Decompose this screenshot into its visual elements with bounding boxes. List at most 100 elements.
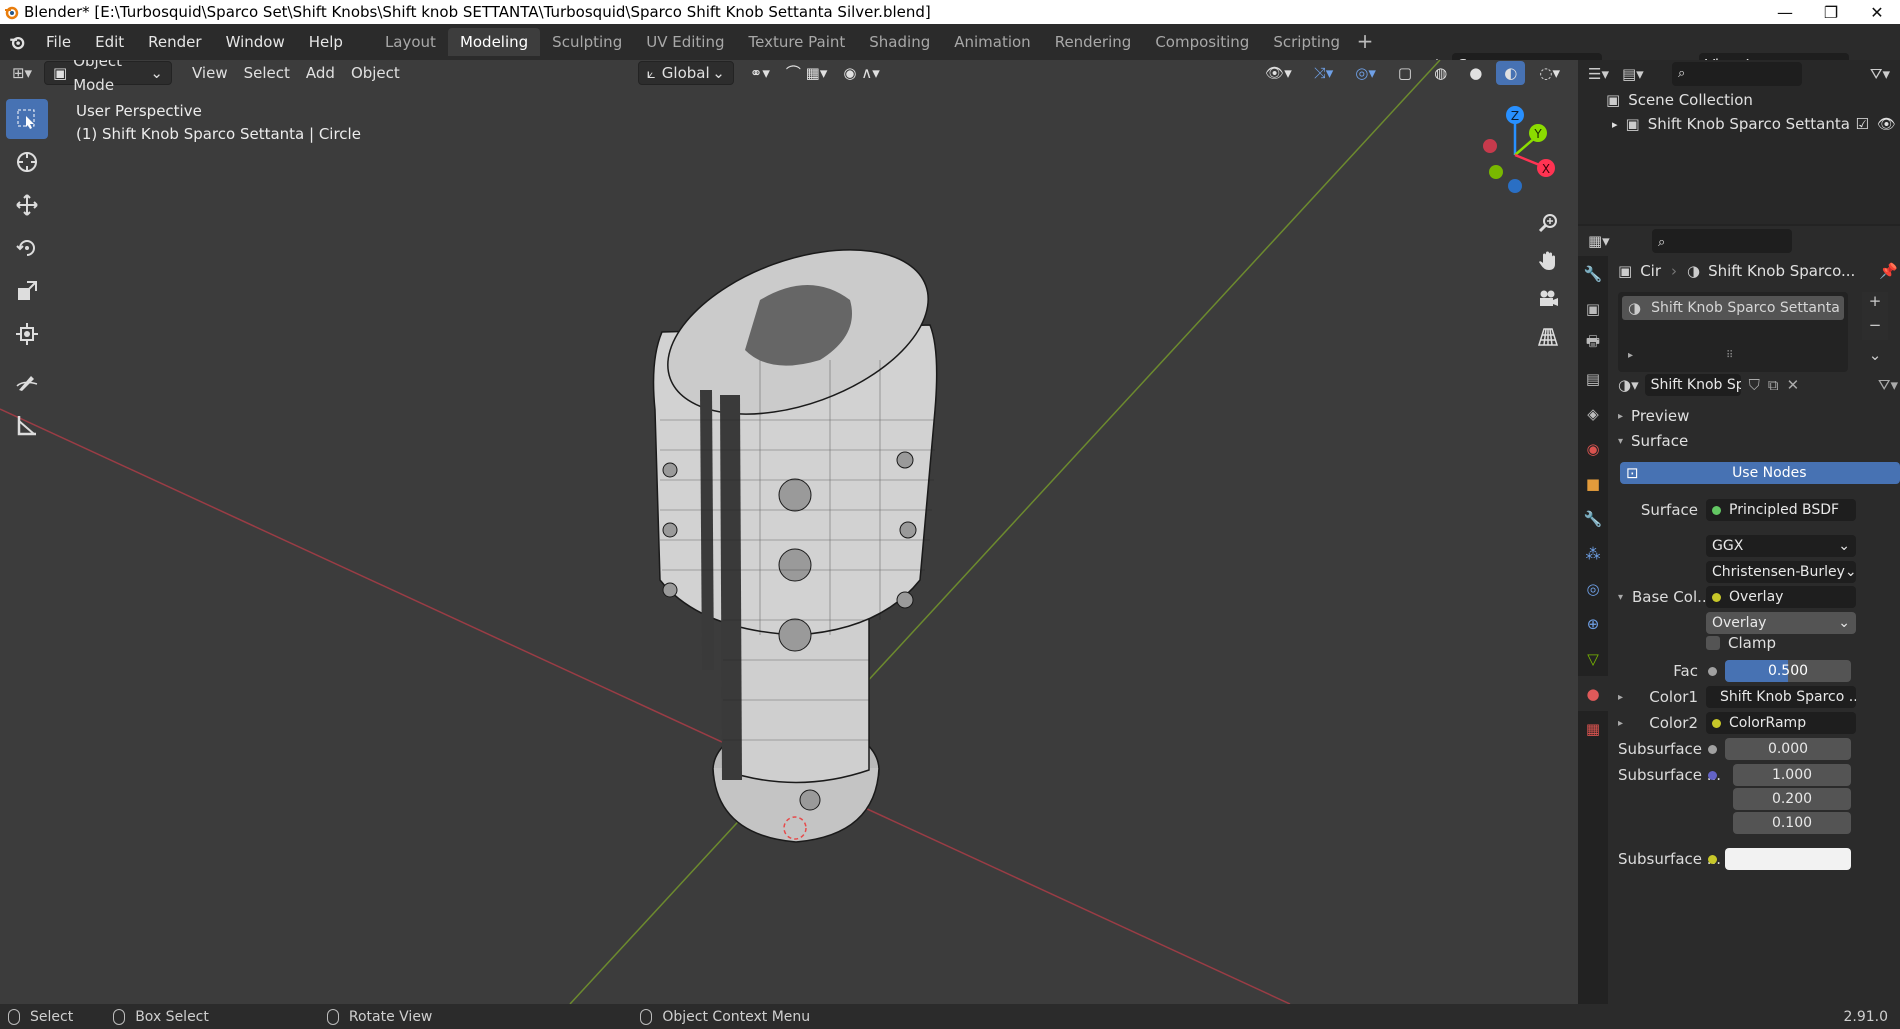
texture-tab-icon[interactable]: ▦ <box>1578 711 1608 746</box>
clamp-checkbox[interactable]: Clamp <box>1706 634 1776 652</box>
menu-window[interactable]: Window <box>214 28 297 56</box>
expand-icon[interactable]: ▸ <box>1628 350 1633 361</box>
navigation-gizmo[interactable]: Z Y X <box>1460 100 1570 200</box>
tab-scripting[interactable]: Scripting <box>1261 28 1352 56</box>
tab-texture-paint[interactable]: Texture Paint <box>736 28 857 56</box>
material-browse-icon[interactable]: ◑▾ <box>1618 376 1639 394</box>
view-layer-tab-icon[interactable]: ▤ <box>1578 361 1608 396</box>
duplicate-icon[interactable]: ⧉ <box>1768 376 1779 394</box>
maximize-button[interactable]: ❐ <box>1808 0 1854 24</box>
subsurface-method-field[interactable]: Christensen-Burley ⌄ <box>1706 561 1856 583</box>
object-tab-icon[interactable]: ■ <box>1578 466 1608 501</box>
data-tab-icon[interactable]: ▽ <box>1578 641 1608 676</box>
menu-file[interactable]: File <box>34 28 83 56</box>
tab-modeling[interactable]: Modeling <box>447 28 541 56</box>
camera-view-icon[interactable] <box>1530 281 1566 317</box>
outliner-object-row[interactable]: ▸ ▣ Shift Knob Sparco Settanta ☑ 👁 <box>1578 112 1900 136</box>
menu-edit[interactable]: Edit <box>83 28 136 56</box>
remove-slot-button[interactable]: − <box>1862 316 1888 340</box>
resize-handle-icon[interactable]: ⠿ <box>1726 350 1733 361</box>
annotate-tool-icon[interactable] <box>6 362 48 402</box>
move-tool-icon[interactable] <box>6 185 48 225</box>
proportional-edit-icon[interactable]: ◉ ∧▾ <box>835 61 887 85</box>
material-tab-icon[interactable]: ● <box>1578 676 1608 711</box>
select-box-tool-icon[interactable] <box>6 99 48 139</box>
view-menu[interactable]: View <box>184 61 236 85</box>
transform-tool-icon[interactable] <box>6 314 48 354</box>
base-color-field[interactable]: Overlay <box>1706 586 1856 608</box>
preview-panel-header[interactable]: ▸ Preview <box>1618 407 1689 425</box>
scene-tab-icon[interactable]: ◈ <box>1578 396 1608 431</box>
use-nodes-button[interactable]: ⊡ Use Nodes <box>1620 462 1900 484</box>
pin-icon[interactable]: 📌 <box>1879 262 1898 280</box>
rotate-tool-icon[interactable] <box>6 228 48 268</box>
scale-tool-icon[interactable] <box>6 271 48 311</box>
surface-shader-field[interactable]: Principled BSDF <box>1706 499 1856 521</box>
constraints-tab-icon[interactable]: ⊕ <box>1578 606 1608 641</box>
menu-render[interactable]: Render <box>136 28 213 56</box>
subsurface-radius-z[interactable]: 0.100 <box>1733 812 1851 834</box>
color1-field[interactable]: Shift Knob Sparco ... <box>1706 686 1856 708</box>
render-tab-icon[interactable]: ▣ <box>1578 291 1608 326</box>
outliner-editor-icon[interactable]: ☰▾ <box>1588 65 1622 83</box>
physics-tab-icon[interactable]: ◎ <box>1578 571 1608 606</box>
material-slot-item[interactable]: ◑ Shift Knob Sparco Settanta <box>1622 296 1844 320</box>
output-tab-icon[interactable]: 🖶 <box>1578 326 1608 361</box>
add-menu[interactable]: Add <box>298 61 343 85</box>
tab-animation[interactable]: Animation <box>942 28 1042 56</box>
zoom-icon[interactable] <box>1530 205 1566 241</box>
overlay-toggle-icon[interactable]: ◎▾ <box>1347 61 1384 85</box>
filter-icon[interactable]: ⛛▾ <box>1870 65 1890 83</box>
display-mode-icon[interactable]: ▤▾ <box>1622 65 1662 83</box>
collapse-icon[interactable]: ▾ <box>1618 592 1632 603</box>
tab-uv-editing[interactable]: UV Editing <box>634 28 736 56</box>
properties-search-input[interactable]: ⌕ <box>1652 229 1792 253</box>
close-button[interactable]: ✕ <box>1854 0 1900 24</box>
expand-icon[interactable]: ▸ <box>1618 718 1648 729</box>
surface-panel-header[interactable]: ▾ Surface <box>1618 432 1688 450</box>
slot-specials-button[interactable]: ⌄ <box>1862 346 1888 370</box>
measure-tool-icon[interactable] <box>6 405 48 445</box>
blend-mode-dropdown[interactable]: Overlay ⌄ <box>1706 612 1856 634</box>
fac-slider[interactable]: 0.500 <box>1725 660 1851 682</box>
pivot-point-icon[interactable]: ⚭▾ <box>742 61 778 85</box>
outliner-scene-collection[interactable]: ▣ Scene Collection <box>1578 88 1900 112</box>
select-menu[interactable]: Select <box>236 61 298 85</box>
pan-hand-icon[interactable] <box>1530 243 1566 279</box>
tab-rendering[interactable]: Rendering <box>1043 28 1144 56</box>
shading-solid-icon[interactable]: ● <box>1461 61 1490 85</box>
subsurface-color-swatch[interactable] <box>1725 848 1851 870</box>
tab-compositing[interactable]: Compositing <box>1143 28 1261 56</box>
expand-icon[interactable]: ▸ <box>1618 692 1648 703</box>
object-mode-dropdown[interactable]: ▣ Object Mode ⌄ <box>44 60 172 94</box>
checkbox-icon[interactable]: ☑ <box>1856 115 1869 133</box>
tab-shading[interactable]: Shading <box>857 28 942 56</box>
add-slot-button[interactable]: + <box>1862 292 1888 316</box>
eye-icon[interactable]: 👁 <box>1877 115 1896 133</box>
blender-menu-icon[interactable] <box>0 24 34 60</box>
distribution-field[interactable]: GGX ⌄ <box>1706 535 1856 557</box>
distribution-dropdown[interactable]: GGX ⌄ <box>1706 535 1856 557</box>
editor-type-icon[interactable]: ⊞▾ <box>0 64 44 82</box>
snap-icon[interactable]: ⌒ ▦▾ <box>778 61 835 85</box>
subsurface-method-dropdown[interactable]: Christensen-Burley ⌄ <box>1706 561 1856 583</box>
material-name-field[interactable]: Shift Knob Sp... <box>1644 374 1741 396</box>
cursor-tool-icon[interactable] <box>6 142 48 182</box>
tab-sculpting[interactable]: Sculpting <box>540 28 634 56</box>
object-menu[interactable]: Object <box>343 61 408 85</box>
tab-layout[interactable]: Layout <box>373 28 448 56</box>
perspective-toggle-icon[interactable] <box>1530 319 1566 355</box>
3d-viewport[interactable]: ⊞▾ ▣ Object Mode ⌄ View Select Add Objec… <box>0 60 1578 1004</box>
subsurface-value[interactable]: 0.000 <box>1725 738 1851 760</box>
properties-editor-icon[interactable]: ▦▾ <box>1588 232 1632 250</box>
particles-tab-icon[interactable]: ⁂ <box>1578 536 1608 571</box>
material-slot-list[interactable]: ◑ Shift Knob Sparco Settanta ▸ ⠿ <box>1618 292 1848 372</box>
menu-help[interactable]: Help <box>297 28 355 56</box>
add-workspace-button[interactable]: + <box>1352 29 1378 55</box>
visibility-icon[interactable]: 👁▾ <box>1257 61 1300 85</box>
subsurface-radius-x[interactable]: 1.000 <box>1733 764 1851 786</box>
shading-material-icon[interactable]: ◐ <box>1496 61 1526 85</box>
transform-orientation-dropdown[interactable]: ⟀ Global ⌄ <box>637 61 734 85</box>
shading-wireframe-icon[interactable]: ◍ <box>1426 61 1455 85</box>
outliner-search-input[interactable]: ⌕ <box>1672 62 1802 86</box>
